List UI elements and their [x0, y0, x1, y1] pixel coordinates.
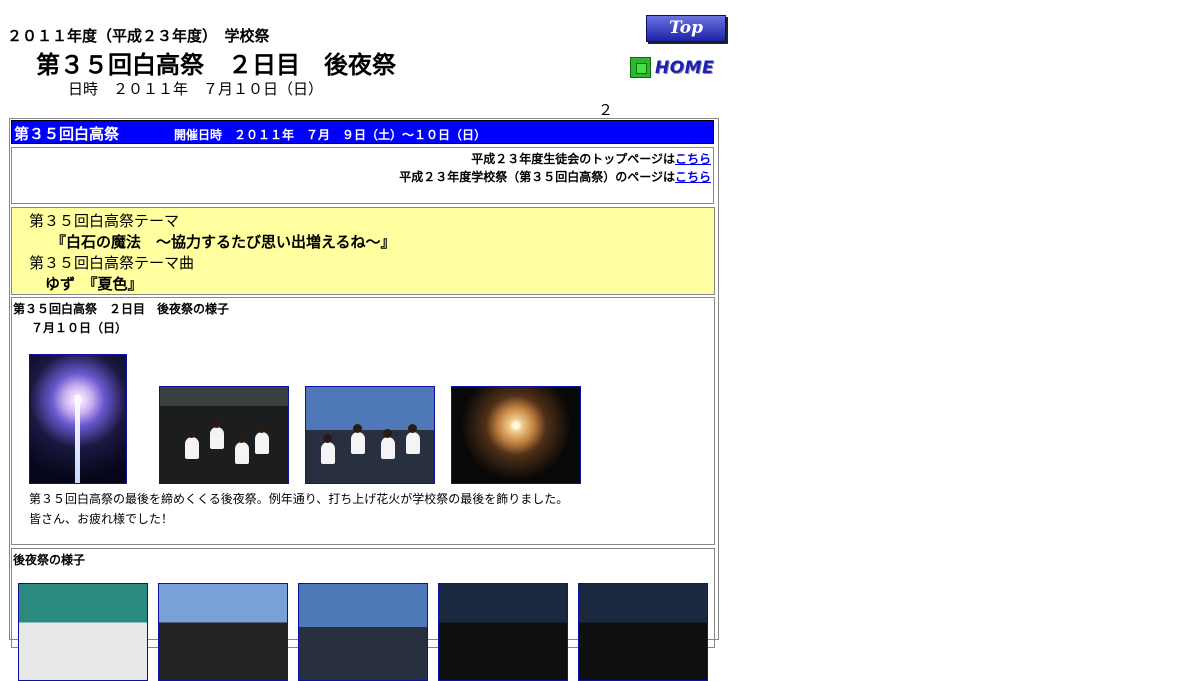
- year-line: ２０１１年度（平成２３年度） 学校祭: [7, 27, 270, 45]
- event-section: 第３５回白高祭 ２日目 後夜祭の様子 ７月１０日（日） 第３５回白高祭の最後を締…: [11, 297, 715, 545]
- after-party-photo-2[interactable]: [158, 583, 288, 681]
- event-caption-1: 第３５回白高祭の最後を締めくくる後夜祭。例年通り、打ち上げ花火が学校祭の最後を飾…: [29, 492, 569, 506]
- after-party-section: 後夜祭の様子: [11, 548, 715, 681]
- page-title: 第３５回白高祭 ２日目 後夜祭: [36, 51, 396, 79]
- festival-link-prefix: 平成２３年度学校祭（第３５回白高祭）のページは: [399, 170, 675, 184]
- council-top-link[interactable]: こちら: [675, 152, 711, 166]
- home-square-icon: [630, 57, 651, 78]
- festival-dates: 開催日時 ２０１１年 ７月 ９日（土）～１０日（日）: [174, 128, 487, 142]
- after-party-photo-1[interactable]: [18, 583, 148, 681]
- top-button[interactable]: Top: [646, 15, 726, 42]
- links-box: 平成２３年度生徒会のトップページはこちら 平成２３年度学校祭（第３５回白高祭）の…: [11, 147, 714, 204]
- after-party-heading: 後夜祭の様子: [13, 553, 86, 567]
- event-date-line: 日時 ２０１１年 ７月１０日（日）: [68, 80, 324, 98]
- fireworks-photo-1[interactable]: [29, 354, 127, 484]
- theme-value: 『白石の魔法 ～協力するたび思い出増えるね～』: [51, 233, 396, 251]
- after-party-photo-5[interactable]: [578, 583, 708, 681]
- group-photo-2[interactable]: [305, 386, 435, 484]
- event-date: ７月１０日（日）: [31, 321, 128, 335]
- council-link-row: 平成２３年度生徒会のトップページはこちら: [471, 150, 711, 167]
- theme-box: 第３５回白高祭テーマ 『白石の魔法 ～協力するたび思い出増えるね～』 第３５回白…: [11, 207, 715, 295]
- festival-page-link[interactable]: こちら: [675, 170, 711, 184]
- event-caption-2: 皆さん、お疲れ様でした！: [29, 512, 174, 526]
- group-photo-1[interactable]: [159, 386, 289, 484]
- festival-name: 第３５回白高祭: [14, 125, 120, 143]
- home-button-label: HOME: [655, 58, 715, 78]
- festival-link-row: 平成２３年度学校祭（第３５回白高祭）のページはこちら: [399, 168, 711, 185]
- theme-song-value: ゆず 『夏色』: [45, 275, 143, 293]
- council-link-prefix: 平成２３年度生徒会のトップページは: [471, 152, 675, 166]
- page-number: ２: [598, 101, 614, 119]
- home-button[interactable]: HOME: [630, 57, 720, 79]
- event-heading: 第３５回白高祭 ２日目 後夜祭の様子: [13, 302, 230, 316]
- fireworks-photo-2[interactable]: [451, 386, 581, 484]
- after-party-photo-4[interactable]: [438, 583, 568, 681]
- after-party-photo-3[interactable]: [298, 583, 428, 681]
- theme-label: 第３５回白高祭テーマ: [29, 212, 180, 230]
- festival-header-bar: 第３５回白高祭 開催日時 ２０１１年 ７月 ９日（土）～１０日（日）: [11, 120, 714, 144]
- theme-song-label: 第３５回白高祭テーマ曲: [29, 254, 195, 272]
